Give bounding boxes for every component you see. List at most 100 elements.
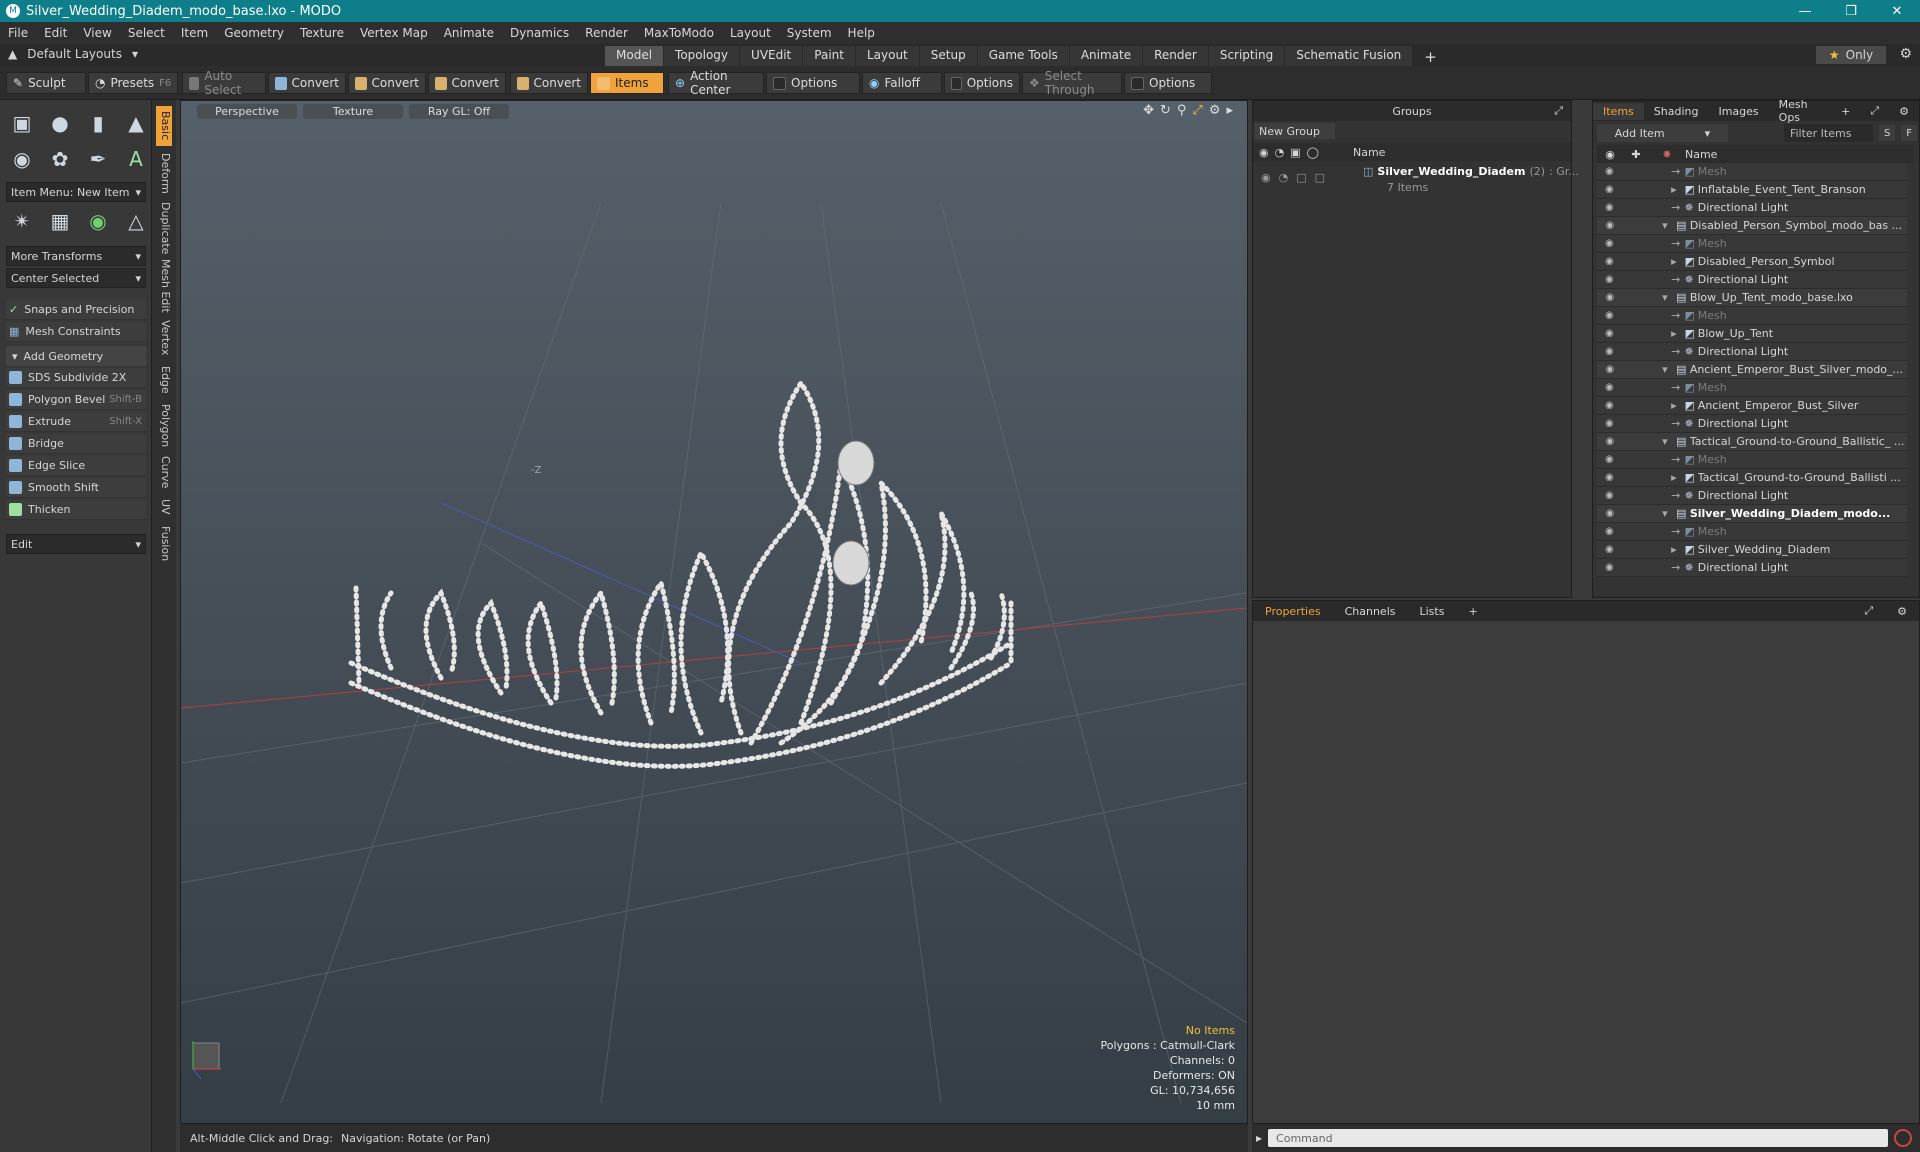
- vtab-edge[interactable]: Edge: [156, 362, 172, 398]
- eye-icon[interactable]: ◉: [1597, 238, 1622, 249]
- item-row[interactable]: ◉ ▸ ◩ Inflatable_Event_Tent_Branson: [1597, 181, 1907, 199]
- command-input[interactable]: Command: [1268, 1129, 1889, 1147]
- menu-help[interactable]: Help: [840, 26, 883, 40]
- tab-channels[interactable]: Channels: [1333, 603, 1408, 620]
- tab-schematic-fusion[interactable]: Schematic Fusion: [1284, 46, 1413, 68]
- render-icon[interactable]: ◔: [1275, 146, 1285, 159]
- pen-icon[interactable]: ✒: [82, 144, 114, 174]
- select-icon[interactable]: ◯: [1307, 146, 1319, 159]
- center-selected-dropdown[interactable]: Center Selected ▾: [6, 268, 146, 288]
- eye-icon[interactable]: ◉: [1597, 346, 1622, 357]
- eye-icon[interactable]: ◉: [1597, 454, 1622, 465]
- bridge-button[interactable]: Bridge: [6, 434, 146, 454]
- tab-properties[interactable]: Properties: [1253, 603, 1333, 620]
- locator-icon[interactable]: ✴: [6, 206, 38, 236]
- eye-icon[interactable]: ◉: [1597, 364, 1623, 375]
- sculpt-button[interactable]: ✎ Sculpt: [6, 72, 86, 94]
- polygon-bevel-button[interactable]: Polygon Bevel Shift-B: [6, 390, 146, 410]
- item-menu-dropdown[interactable]: Item Menu: New Item ▾: [6, 182, 146, 202]
- viewport-gear-icon[interactable]: ⚙: [1209, 103, 1221, 118]
- items-mode-button[interactable]: Items: [590, 72, 664, 94]
- item-row[interactable]: ◉ → ◩ Mesh: [1597, 235, 1907, 253]
- eye-icon[interactable]: ◉: [1597, 274, 1622, 285]
- chevron-right-icon[interactable]: →: [1671, 381, 1684, 394]
- eye-icon[interactable]: ◉: [1597, 328, 1622, 339]
- convert-items-button[interactable]: Convert: [510, 72, 588, 94]
- tab-paint[interactable]: Paint: [802, 46, 855, 68]
- menu-dynamics[interactable]: Dynamics: [502, 26, 577, 40]
- chevron-down-icon[interactable]: ▾: [1662, 507, 1676, 520]
- chevron-right-icon[interactable]: ▸: [1671, 399, 1684, 412]
- light-cone-icon[interactable]: △: [120, 206, 152, 236]
- chevron-right-icon[interactable]: →: [1671, 525, 1684, 538]
- smooth-shift-button[interactable]: Smooth Shift: [6, 478, 146, 498]
- chevron-right-icon[interactable]: →: [1671, 453, 1684, 466]
- item-row[interactable]: ◉ ▸ ◩ Silver_Wedding_Diadem: [1597, 541, 1907, 559]
- tab-shading[interactable]: Shading: [1644, 103, 1709, 120]
- eye-icon[interactable]: ◉: [1597, 472, 1622, 483]
- grid-icon[interactable]: ▦: [44, 206, 76, 236]
- texture-dropdown[interactable]: Texture: [303, 103, 403, 119]
- menu-layout[interactable]: Layout: [722, 26, 779, 40]
- tab-lists[interactable]: Lists: [1408, 603, 1457, 620]
- lock-icon[interactable]: □: [1296, 171, 1306, 184]
- eye-icon[interactable]: ◉: [1597, 292, 1623, 303]
- tab-images[interactable]: Images: [1708, 103, 1768, 120]
- vtab-basic[interactable]: Basic: [156, 106, 172, 146]
- f-filter-button[interactable]: F: [1901, 125, 1918, 141]
- tab-render[interactable]: Render: [1142, 46, 1208, 68]
- item-row[interactable]: ◉ ▾ ▤ Blow_Up_Tent_modo_base.lxo: [1597, 289, 1907, 307]
- eye-icon[interactable]: ◉: [1597, 166, 1622, 177]
- gear-icon[interactable]: ⚙: [1899, 46, 1912, 62]
- item-row[interactable]: ◉ ▾ ▤ Ancient_Emperor_Bust_Silver_modo_...: [1597, 361, 1907, 379]
- chevron-right-icon[interactable]: →: [1671, 237, 1684, 250]
- chevron-right-icon[interactable]: →: [1671, 489, 1684, 502]
- presets-button[interactable]: ◔ Presets F6: [88, 72, 178, 94]
- edge-slice-button[interactable]: Edge Slice: [6, 456, 146, 476]
- vtab-mesh-edit[interactable]: Mesh Edit: [156, 258, 172, 314]
- chevron-down-icon[interactable]: ▾: [1662, 435, 1676, 448]
- group-row[interactable]: ◉ ◔ □ □ ◫ Silver_Wedding_Diadem (2) : Gr…: [1253, 163, 1579, 197]
- item-row[interactable]: ◉ ▸ ◩ Disabled_Person_Symbol: [1597, 253, 1907, 271]
- item-row[interactable]: ◉ → ✵ Directional Light: [1597, 271, 1907, 289]
- item-row[interactable]: ◉ → ◩ Mesh: [1597, 379, 1907, 397]
- item-row[interactable]: ◉ ▾ ▤ Tactical_Ground-to-Ground_Ballistic_ …: [1597, 433, 1907, 451]
- chevron-right-icon[interactable]: ▸: [1671, 255, 1684, 268]
- tab-model[interactable]: Model: [604, 46, 664, 68]
- lock-icon[interactable]: ▣: [1290, 146, 1300, 159]
- default-layouts-dropdown[interactable]: ▲ Default Layouts ▾: [8, 47, 138, 61]
- perspective-dropdown[interactable]: Perspective: [197, 103, 297, 119]
- eye-icon[interactable]: ◉: [1597, 436, 1623, 447]
- item-row[interactable]: ◉ → ✵ Directional Light: [1597, 487, 1907, 505]
- vtab-curve[interactable]: Curve: [156, 454, 172, 490]
- edit-dropdown[interactable]: Edit ▾: [6, 534, 146, 554]
- chevron-down-icon[interactable]: ▾: [1662, 363, 1676, 376]
- viewport-arrow-icon[interactable]: ▸: [1226, 103, 1233, 118]
- vtab-vertex[interactable]: Vertex: [156, 318, 172, 358]
- eye-icon[interactable]: ◉: [1259, 146, 1269, 159]
- vtab-deform[interactable]: Deform: [156, 150, 172, 196]
- new-group-button[interactable]: New Group: [1255, 123, 1335, 139]
- menu-geometry[interactable]: Geometry: [216, 26, 292, 40]
- item-row[interactable]: ◉ → ✵ Directional Light: [1597, 559, 1907, 577]
- action-center-button[interactable]: ⊕ Action Center: [668, 69, 764, 97]
- menu-maxtomodo[interactable]: MaxToModo: [636, 26, 722, 40]
- auto-select-button[interactable]: Auto Select: [182, 69, 266, 97]
- menu-item[interactable]: Item: [173, 26, 216, 40]
- torus-icon[interactable]: ◉: [6, 144, 38, 174]
- vtab-fusion[interactable]: Fusion: [156, 524, 172, 564]
- add-item-button[interactable]: Add Item ▾: [1597, 124, 1728, 142]
- sds-subdivide-button[interactable]: SDS Subdivide 2X: [6, 368, 146, 388]
- convert-vertices-button[interactable]: Convert: [268, 72, 346, 94]
- menu-render[interactable]: Render: [577, 26, 636, 40]
- menu-select[interactable]: Select: [120, 26, 173, 40]
- chevron-right-icon[interactable]: →: [1671, 165, 1684, 178]
- tab-layout[interactable]: Layout: [854, 46, 919, 68]
- eye-icon[interactable]: ◉: [1261, 171, 1271, 184]
- eye-col-icon[interactable]: ◉: [1597, 148, 1623, 161]
- item-row[interactable]: ◉ ▸ ◩ Ancient_Emperor_Bust_Silver: [1597, 397, 1907, 415]
- add-geometry-section[interactable]: ▾ Add Geometry: [6, 346, 146, 366]
- menu-system[interactable]: System: [779, 26, 840, 40]
- eye-icon[interactable]: ◉: [1597, 562, 1622, 573]
- falloff-button[interactable]: ◉ Falloff: [862, 72, 942, 94]
